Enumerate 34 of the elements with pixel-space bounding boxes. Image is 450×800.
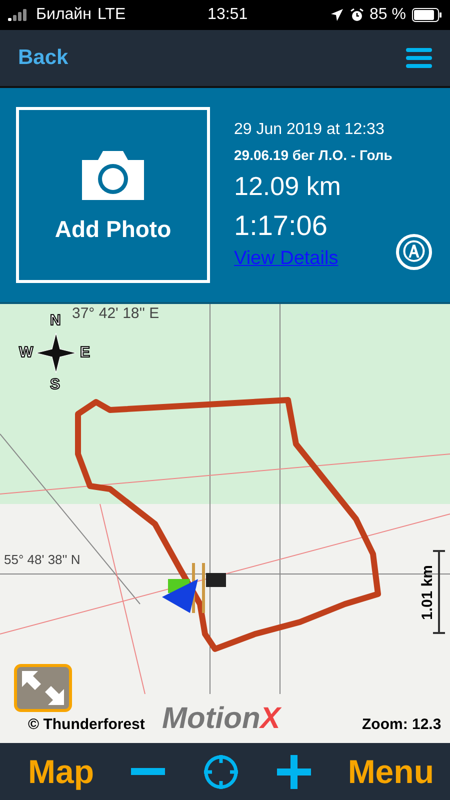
menu-button[interactable]: Menu (348, 752, 434, 790)
activity-name: 29.06.19 бег Л.О. - Голь (234, 146, 394, 162)
battery-percentage: 85 % (370, 6, 406, 24)
clock-time: 13:51 (208, 6, 248, 24)
locate-crosshair-icon[interactable] (202, 752, 240, 790)
back-button[interactable]: Back (18, 46, 68, 70)
menu-icon[interactable] (406, 48, 432, 68)
scale-label: 1.01 km (419, 564, 436, 620)
zoom-out-icon[interactable] (130, 768, 165, 776)
circled-letter-badge: Ⓐ (396, 234, 432, 270)
compass-north-label: N (50, 312, 61, 329)
carrier-name: Билайн (36, 6, 92, 24)
location-arrow-icon (330, 8, 344, 22)
scale-bar-icon (432, 550, 446, 634)
latitude-label: 55° 48' 38'' N (4, 552, 80, 567)
map-button[interactable]: Map (28, 752, 94, 790)
zoom-level-label: Zoom: 12.3 (362, 716, 442, 733)
battery-icon (412, 8, 442, 22)
compass-rose-icon (36, 333, 76, 373)
longitude-label: 37° 42' 18'' E (72, 305, 160, 322)
zoom-in-icon[interactable] (276, 754, 311, 788)
duration-value: 1:17:06 (234, 210, 328, 242)
compass-south-label: S (50, 376, 60, 393)
map-attribution: © Thunderforest (28, 716, 145, 733)
expand-map-button[interactable] (14, 664, 72, 712)
alarm-clock-icon (350, 8, 364, 22)
distance-value: 12.09 km (234, 170, 342, 202)
diagonal-arrows-icon (20, 669, 66, 707)
compass-west-label: W (19, 344, 34, 361)
network-type: LTE (97, 6, 126, 24)
compass-east-label: E (80, 344, 90, 361)
add-photo-button[interactable]: Add Photo (16, 107, 210, 283)
motionx-logo: MotionX (162, 702, 280, 736)
activity-date: 29 Jun 2019 at 12:33 (234, 120, 386, 138)
